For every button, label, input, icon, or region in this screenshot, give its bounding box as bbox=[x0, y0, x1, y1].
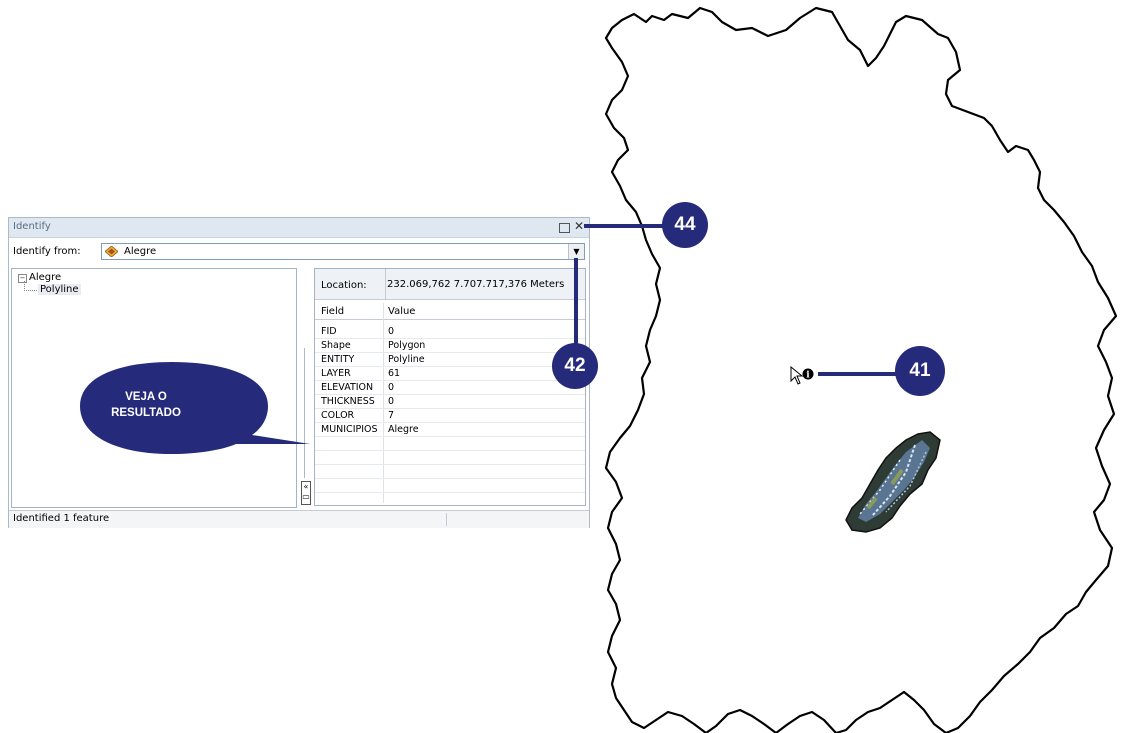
column-header-value[interactable]: Value bbox=[388, 306, 415, 317]
field-value: Alegre bbox=[388, 424, 419, 435]
table-row[interactable]: Shape Polygon bbox=[315, 339, 585, 353]
location-value: 232.069,762 7.707.717,376 Meters bbox=[387, 279, 565, 290]
table-row[interactable]: MUNICIPIOS Alegre bbox=[315, 423, 585, 437]
callout-42-line bbox=[574, 258, 578, 344]
close-icon[interactable]: ✕ bbox=[574, 219, 584, 233]
status-text: Identified 1 feature bbox=[13, 513, 110, 524]
field-name: FID bbox=[321, 326, 337, 337]
field-value: Polyline bbox=[388, 354, 425, 365]
svg-text:i: i bbox=[806, 371, 810, 381]
field-value: 0 bbox=[388, 382, 395, 393]
maximize-icon[interactable] bbox=[559, 223, 570, 233]
urban-area-feature[interactable] bbox=[845, 431, 941, 533]
location-row: Location: 232.069,762 7.707.717,376 Mete… bbox=[315, 269, 585, 300]
municipality-boundary bbox=[604, 6, 1118, 733]
table-row bbox=[315, 451, 585, 465]
tree-connector bbox=[24, 281, 37, 291]
table-row[interactable]: ELEVATION 0 bbox=[315, 381, 585, 395]
table-row[interactable]: LAYER 61 bbox=[315, 367, 585, 381]
identify-from-dropdown[interactable]: Alegre ▼ bbox=[101, 243, 585, 260]
status-bar: Identified 1 feature bbox=[9, 510, 589, 528]
speech-line-2: RESULTADO bbox=[111, 407, 181, 419]
column-header-field[interactable]: Field bbox=[321, 306, 344, 317]
chevron-down-icon[interactable]: ▼ bbox=[568, 244, 584, 259]
identify-title-bar[interactable]: Identify ✕ bbox=[9, 218, 589, 238]
layer-icon bbox=[105, 246, 118, 257]
location-label: Location: bbox=[321, 280, 367, 291]
collapse-panel-button[interactable]: «▭ bbox=[301, 481, 311, 505]
table-row[interactable]: FID 0 bbox=[315, 325, 585, 339]
field-name: ELEVATION bbox=[321, 382, 374, 393]
location-divider bbox=[385, 269, 386, 299]
identify-from-label: Identify from: bbox=[13, 246, 81, 257]
status-separator bbox=[446, 513, 447, 526]
field-value: 0 bbox=[388, 326, 395, 337]
identify-from-row: Identify from: Alegre ▼ bbox=[9, 242, 589, 262]
callout-44-line bbox=[584, 224, 666, 228]
window-title: Identify bbox=[13, 221, 51, 232]
field-value: 0 bbox=[388, 396, 395, 407]
table-row[interactable]: ENTITY Polyline bbox=[315, 353, 585, 367]
field-name: MUNICIPIOS bbox=[321, 424, 378, 435]
tree-item-polyline[interactable]: Polyline bbox=[38, 284, 81, 295]
callout-41-line bbox=[818, 372, 896, 376]
speech-bubble-text: VEJA O RESULTADO bbox=[98, 389, 194, 421]
attribute-details: Location: 232.069,762 7.707.717,376 Mete… bbox=[314, 268, 586, 506]
field-value: Polygon bbox=[388, 340, 426, 351]
field-name: THICKNESS bbox=[321, 396, 375, 407]
identify-cursor-icon: i bbox=[790, 366, 814, 385]
callout-44-badge: 44 bbox=[662, 202, 708, 248]
speech-line-1: VEJA O bbox=[125, 391, 167, 403]
table-row bbox=[315, 479, 585, 493]
callout-42-badge: 42 bbox=[552, 343, 598, 389]
table-row bbox=[315, 437, 585, 451]
table-row[interactable]: COLOR 7 bbox=[315, 409, 585, 423]
table-row bbox=[315, 465, 585, 479]
identify-from-value: Alegre bbox=[124, 246, 157, 257]
table-row[interactable]: THICKNESS 0 bbox=[315, 395, 585, 409]
field-name: Shape bbox=[321, 340, 351, 351]
attribute-grid-header: Field Value bbox=[315, 303, 585, 320]
field-value: 61 bbox=[388, 368, 401, 379]
callout-41-badge: 41 bbox=[895, 346, 945, 396]
field-value: 7 bbox=[388, 410, 395, 421]
